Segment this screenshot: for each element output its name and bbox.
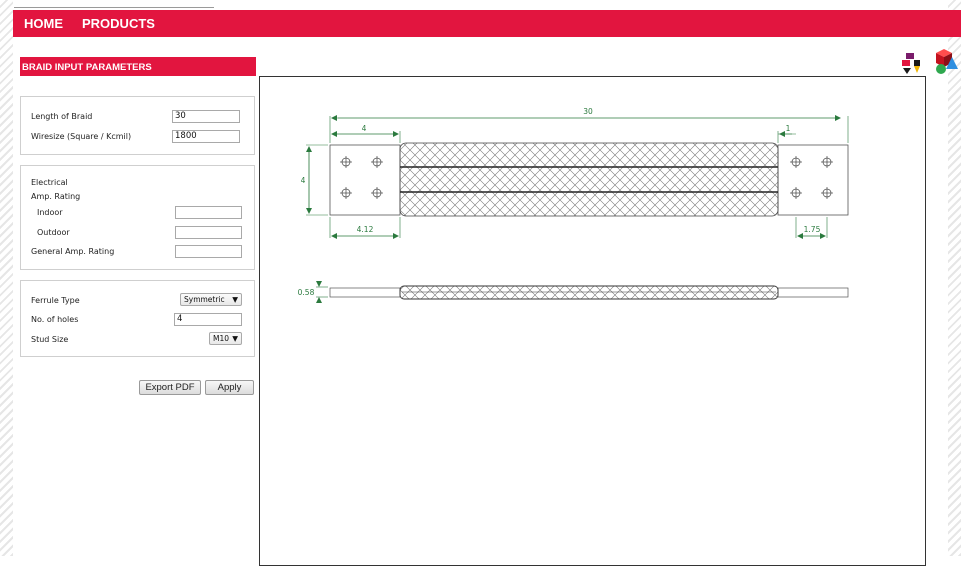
- braid-technical-drawing: 30 4 1 4 4.12 1.75 0.58: [298, 107, 849, 303]
- left-ferrule-length-dimension: 4: [362, 124, 367, 133]
- braid-body: [399, 142, 779, 217]
- right-ferrule: [777, 144, 849, 216]
- left-ferrule: [329, 144, 401, 216]
- height-dimension: 4: [301, 176, 306, 185]
- side-left-ferrule: [329, 287, 401, 298]
- thickness-dimension: 0.58: [298, 288, 315, 297]
- side-braid-body: [399, 285, 779, 300]
- overall-length-dimension: 30: [583, 107, 593, 116]
- side-right-ferrule: [777, 287, 849, 298]
- right-ferrule-length-dimension: 1: [786, 124, 791, 133]
- left-hole-offset-dimension: 4.12: [357, 225, 374, 234]
- right-hole-offset-dimension: 1.75: [804, 225, 821, 234]
